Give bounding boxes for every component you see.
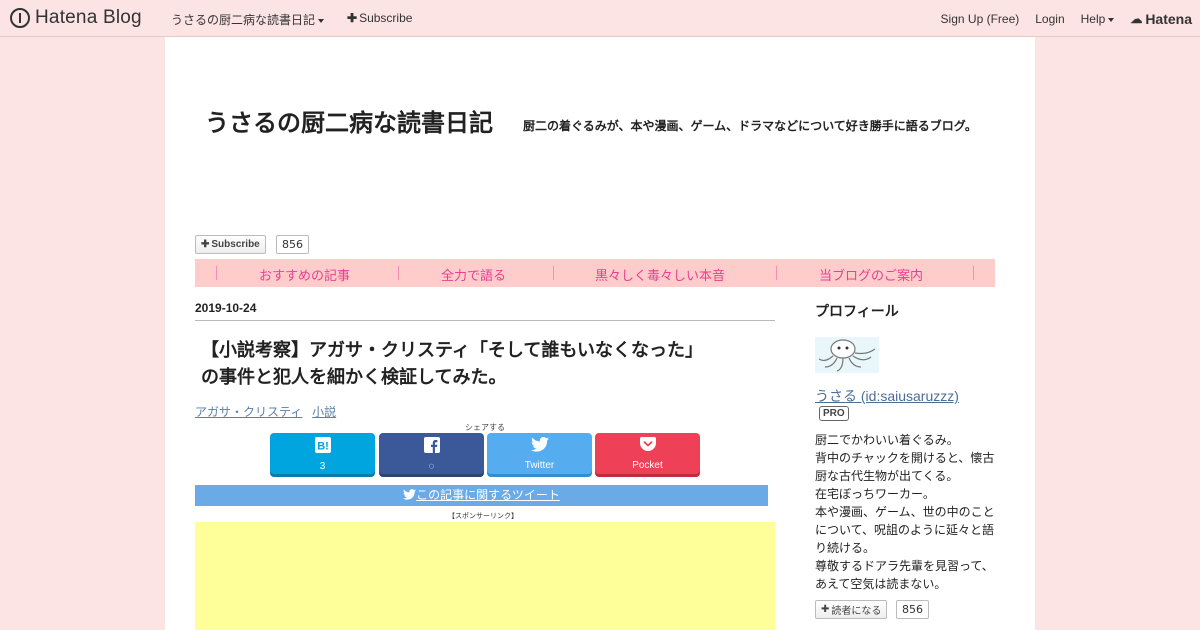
entry-title-line1: 【小説考察】アガサ・クリスティ「そして誰もいなくなった」 bbox=[201, 340, 704, 361]
facebook-icon bbox=[379, 437, 484, 458]
blog-description: 厨二の着ぐるみが、本や漫画、ゲーム、ドラマなどについて好き勝手に語るブログ。 bbox=[523, 119, 977, 133]
twitter-icon bbox=[487, 437, 592, 457]
subscribe-label: Subscribe bbox=[211, 239, 260, 250]
loading-spinner-icon: ◌ bbox=[428, 461, 435, 472]
nav-separator bbox=[973, 266, 974, 280]
bio-line: あえて空気は読まない。 bbox=[815, 577, 947, 591]
sponsor-label: 【スポンサーリンク】 bbox=[448, 512, 518, 520]
nav-item-full-power[interactable]: 全力で語る bbox=[441, 265, 506, 284]
category-link[interactable]: アガサ・クリスティ bbox=[195, 405, 302, 419]
facebook-share-button[interactable]: ◌ bbox=[379, 433, 484, 474]
pro-badge: PRO bbox=[819, 406, 849, 421]
bio-line: 尊敬するドアラ先輩を見習って、 bbox=[815, 559, 994, 573]
nav-separator bbox=[776, 266, 777, 280]
profile-user-link[interactable]: うさる (id:saiusaruzzz) bbox=[815, 386, 959, 406]
bio-line: 在宅ぼっちワーカー。 bbox=[815, 487, 935, 501]
chevron-down-icon bbox=[1108, 17, 1115, 22]
related-tweets-label: この記事に関するツイート bbox=[416, 488, 560, 502]
entry-date[interactable]: 2019-10-24 bbox=[195, 301, 256, 315]
hatena-logo[interactable]: ☁ Hatena bbox=[1130, 11, 1192, 27]
entry-title[interactable]: 【小説考察】アガサ・クリスティ「そして誰もいなくなった」 の事件と犯人を細かく検… bbox=[201, 337, 771, 391]
entry-title-line2: の事件と犯人を細かく検証してみた。 bbox=[201, 367, 507, 388]
pocket-label: Pocket bbox=[632, 460, 663, 471]
login-link[interactable]: Login bbox=[1035, 12, 1064, 26]
global-subscribe-button[interactable]: ✚ Subscribe bbox=[347, 11, 412, 25]
bio-line: 本や漫画、ゲーム、世の中のこと bbox=[815, 505, 995, 519]
related-tweets-link[interactable]: この記事に関するツイート bbox=[195, 485, 768, 506]
nav-item-honest[interactable]: 黒々しく毒々しい本音 bbox=[595, 265, 725, 284]
blog-container: うさるの厨二病な読書日記 厨二の着ぐるみが、本や漫画、ゲーム、ドラマなどについて… bbox=[165, 37, 1035, 630]
profile-bio: 厨二でかわいい着ぐるみ。 背中のチャックを開けると、懐古 厨な古代生物が出てくる… bbox=[815, 431, 1000, 593]
become-reader-button[interactable]: ✚ 読者になる bbox=[815, 600, 888, 619]
category-nav: おすすめの記事 全力で語る 黒々しく毒々しい本音 当ブログのご案内 bbox=[195, 259, 995, 287]
hatebu-share-button[interactable]: B! 3 bbox=[270, 433, 375, 474]
help-label: Help bbox=[1080, 12, 1106, 26]
entry-categories: アガサ・クリスティ 小説 bbox=[195, 403, 342, 420]
nav-item-recommended[interactable]: おすすめの記事 bbox=[259, 265, 350, 284]
plus-icon: ✚ bbox=[201, 239, 210, 250]
help-dropdown[interactable]: Help bbox=[1081, 12, 1115, 26]
chevron-down-icon bbox=[318, 18, 325, 23]
nav-separator bbox=[398, 266, 399, 280]
bio-line: 厨二でかわいい着ぐるみ。 bbox=[815, 433, 959, 447]
date-divider bbox=[195, 320, 775, 321]
profile-avatar[interactable] bbox=[815, 337, 879, 373]
subscriber-count[interactable]: 856 bbox=[276, 235, 309, 254]
logo-text: Hatena Blog bbox=[35, 7, 142, 28]
profile-heading: プロフィール bbox=[815, 304, 899, 320]
nav-separator bbox=[553, 266, 554, 280]
global-header: Hatena Blog うさるの厨二病な読書日記 ✚ Subscribe Sign… bbox=[0, 0, 1200, 37]
category-link[interactable]: 小説 bbox=[312, 405, 336, 419]
share-label: シェアする bbox=[465, 423, 505, 432]
blog-menu-dropdown[interactable]: うさるの厨二病な読書日記 bbox=[171, 11, 325, 28]
advertisement[interactable] bbox=[195, 522, 775, 630]
twitter-label: Twitter bbox=[524, 460, 555, 471]
nav-separator bbox=[216, 266, 217, 280]
plus-icon: ✚ bbox=[821, 604, 830, 615]
bio-line: り続ける。 bbox=[815, 541, 876, 555]
twitter-icon bbox=[403, 489, 417, 500]
plus-icon: ✚ bbox=[347, 11, 358, 25]
hatena-blog-logo[interactable]: Hatena Blog bbox=[10, 7, 142, 28]
reader-count[interactable]: 856 bbox=[896, 600, 929, 619]
twitter-share-button[interactable]: Twitter bbox=[487, 433, 592, 474]
global-right-menu: Sign Up (Free) Login Help ☁ Hatena bbox=[925, 11, 1192, 27]
global-subscribe-label: Subscribe bbox=[359, 11, 413, 25]
hatena-bookmark-icon: B! bbox=[270, 437, 375, 458]
hatena-mark-icon: ☁ bbox=[1130, 12, 1143, 26]
bio-line: 厨な古代生物が出てくる。 bbox=[815, 469, 959, 483]
hatena-blog-logo-icon bbox=[10, 8, 30, 28]
signup-link[interactable]: Sign Up (Free) bbox=[941, 12, 1020, 26]
hatebu-count: 3 bbox=[319, 461, 326, 472]
pocket-share-button[interactable]: Pocket bbox=[595, 433, 700, 474]
subscribe-button[interactable]: ✚ Subscribe bbox=[195, 235, 266, 254]
bio-line: について、呪詛のように延々と語 bbox=[815, 523, 995, 537]
blog-title[interactable]: うさるの厨二病な読書日記 bbox=[205, 103, 493, 138]
nav-item-guide[interactable]: 当ブログのご案内 bbox=[819, 265, 923, 284]
blog-menu-label: うさるの厨二病な読書日記 bbox=[171, 13, 316, 27]
svg-text:B!: B! bbox=[317, 441, 329, 453]
hatena-logo-text: Hatena bbox=[1145, 11, 1192, 27]
pocket-icon bbox=[595, 437, 700, 457]
become-reader-label: 読者になる bbox=[831, 606, 882, 617]
bio-line: 背中のチャックを開けると、懐古 bbox=[815, 451, 995, 465]
